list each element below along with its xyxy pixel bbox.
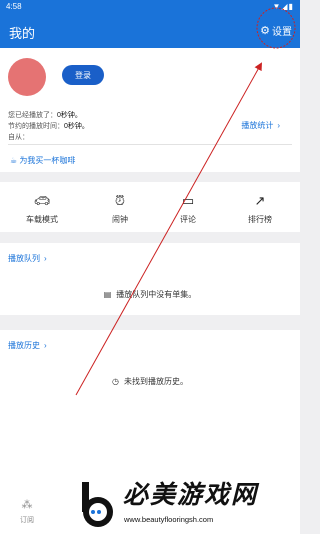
subscriptions-icon: ⁂ bbox=[21, 499, 33, 511]
system-status-icons: ▼◢▮ bbox=[272, 2, 294, 11]
watermark-url: www.beautyflooringsh.com bbox=[122, 515, 216, 524]
watermark: 必美游戏网 www.beautyflooringsh.com bbox=[78, 470, 300, 534]
car-icon: 🚗︎ bbox=[33, 193, 51, 208]
car-mode-button[interactable]: 🚗︎ 车载模式 bbox=[12, 194, 72, 225]
app-bar: 我的 ⚙ 设置 bbox=[0, 14, 300, 48]
status-time: 4:58 bbox=[6, 2, 22, 11]
chevron-right-icon: › bbox=[44, 254, 47, 263]
nav-subscriptions[interactable]: ⁂ 订阅 bbox=[14, 498, 40, 525]
leaderboard-button[interactable]: ↗ 排行榜 bbox=[230, 194, 290, 225]
car-mode-label: 车载模式 bbox=[26, 215, 58, 224]
alarm-button[interactable]: ⏰︎ 闹钟 bbox=[90, 194, 150, 225]
feature-shortcuts: 🚗︎ 车载模式 ⏰︎ 闹钟 ▭ 评论 ↗ 排行榜 bbox=[0, 182, 300, 232]
queue-icon: ▤ bbox=[103, 290, 112, 299]
play-history-empty: ◷ 未找到播放历史。 bbox=[0, 376, 300, 387]
alarm-label: 闹钟 bbox=[112, 215, 128, 224]
play-queue-section: 播放队列 › ▤ 播放队列中没有单集。 bbox=[0, 243, 300, 315]
chevron-right-icon: › bbox=[44, 341, 47, 350]
chevron-right-icon: › bbox=[277, 121, 280, 130]
page-title: 我的 bbox=[9, 26, 36, 41]
settings-button[interactable]: ⚙ 设置 bbox=[260, 23, 292, 38]
play-queue-label: 播放队列 bbox=[8, 254, 40, 263]
stats-played-label: 您已经播放了： bbox=[8, 112, 57, 119]
play-queue-title[interactable]: 播放队列 › bbox=[8, 253, 47, 264]
avatar[interactable] bbox=[8, 58, 46, 96]
divider bbox=[8, 144, 292, 145]
gear-icon: ⚙ bbox=[260, 25, 270, 37]
play-stats-link[interactable]: 播放统计 › bbox=[241, 120, 280, 131]
alarm-clock-icon: ⏰︎ bbox=[114, 193, 126, 208]
comment-icon: ▭ bbox=[181, 193, 195, 208]
profile-card: 登录 您已经播放了：0秒钟。 节约的播放时间：0秒钟。 自从： 播放统计 › ☕ … bbox=[0, 48, 300, 172]
watermark-title: 必美游戏网 bbox=[123, 481, 259, 509]
play-history-empty-text: 未找到播放历史。 bbox=[123, 377, 188, 386]
stats-saved-value: 0秒钟。 bbox=[64, 123, 89, 130]
stats-played-value: 0秒钟。 bbox=[57, 112, 82, 119]
coffee-cup-icon: ☕ bbox=[10, 156, 18, 165]
play-history-section: 播放历史 › ◷ 未找到播放历史。 bbox=[0, 330, 300, 490]
leaderboard-label: 排行榜 bbox=[248, 215, 272, 224]
play-history-label: 播放历史 bbox=[8, 341, 40, 350]
watermark-logo-icon bbox=[82, 482, 113, 527]
play-stats-link-label: 播放统计 bbox=[241, 121, 274, 130]
nav-subscriptions-label: 订阅 bbox=[20, 517, 34, 524]
history-icon: ◷ bbox=[112, 377, 119, 386]
stats-saved-label: 节约的播放时间： bbox=[8, 123, 64, 130]
comments-label: 评论 bbox=[180, 215, 196, 224]
stats-since-label: 自从： bbox=[8, 134, 29, 141]
status-bar: 4:58 ▼◢▮ bbox=[0, 0, 300, 14]
buy-coffee-link[interactable]: ☕ 为我买一杯咖啡 bbox=[10, 155, 75, 166]
play-queue-empty: ▤ 播放队列中没有单集。 bbox=[0, 289, 300, 300]
play-history-title[interactable]: 播放历史 › bbox=[8, 340, 47, 351]
play-stats: 您已经播放了：0秒钟。 节约的播放时间：0秒钟。 自从： bbox=[8, 110, 89, 143]
play-queue-empty-text: 播放队列中没有单集。 bbox=[116, 290, 197, 299]
comments-button[interactable]: ▭ 评论 bbox=[158, 194, 218, 225]
login-button[interactable]: 登录 bbox=[62, 65, 104, 85]
settings-label: 设置 bbox=[272, 27, 292, 38]
coffee-label: 为我买一杯咖啡 bbox=[19, 156, 76, 165]
trending-icon: ↗ bbox=[254, 193, 266, 208]
